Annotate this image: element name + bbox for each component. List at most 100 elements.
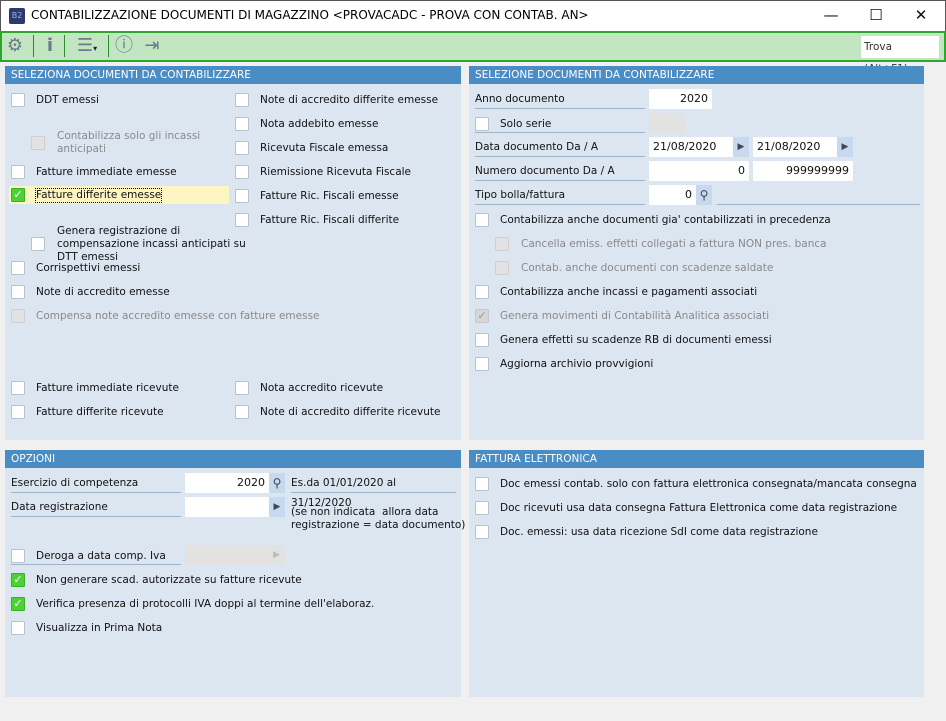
checkbox [31,135,45,150]
checkbox[interactable] [475,525,489,539]
app-logo-icon: B2 [9,8,25,24]
checkbox-label: Riemissione Ricevuta Fiscale [260,166,412,178]
menu-icon[interactable]: ☰▾ [70,35,104,57]
data-label: Data documento Da / A [475,137,645,157]
checkbox[interactable] [475,501,489,515]
tipo-description-line [717,204,920,205]
checkbox-label: Nota addebito emesse [260,118,379,130]
esercizio-input[interactable]: 2020 [185,473,269,493]
window-title: CONTABILIZZAZIONE DOCUMENTI DI MAGAZZINO… [31,8,589,22]
solo-serie-checkbox[interactable] [475,117,489,131]
checkbox[interactable] [11,93,25,107]
checkbox[interactable] [31,237,45,251]
checkbox-label: Note di accredito differite ricevute [260,406,441,418]
deroga-checkbox[interactable] [11,549,25,563]
checkbox-label: Visualizza in Prima Nota [36,622,163,634]
checkbox[interactable] [475,357,489,371]
help-icon[interactable]: ⓘ [113,35,135,57]
checkbox-label: Contabilizza anche incassi e pagamenti a… [500,286,758,298]
checkbox-label: Fatture immediate ricevute [36,382,179,394]
data-registrazione-note: (se non indicata allora data registrazio… [291,506,466,531]
checkbox[interactable] [475,285,489,299]
find-box[interactable]: Trova (Alt+F1) [861,36,939,75]
checkbox-label: Genera registrazione di compensazione in… [57,225,246,263]
esercizio-label: Esercizio di competenza [11,473,181,493]
checkbox-label: Fatture Ric. Fiscali emesse [260,190,399,202]
date-picker-arrow-icon[interactable]: ▶ [733,137,749,157]
minimize-button[interactable]: — [808,4,854,28]
search-icon[interactable]: ⚲ [696,185,712,205]
checkbox-label: Doc emessi contab. solo con fattura elet… [500,478,917,490]
maximize-button[interactable]: ☐ [853,4,899,28]
tipo-label: Tipo bolla/fattura [475,185,645,205]
date-picker-arrow-icon[interactable]: ▶ [837,137,853,157]
checkbox-label: Verifica presenza di protocolli IVA dopp… [36,598,375,610]
data-registrazione-label: Data registrazione [11,497,181,517]
checkbox-label: Fatture immediate emesse [36,166,177,178]
checkbox[interactable] [11,165,25,179]
close-button[interactable]: ✕ [898,4,944,28]
checkbox[interactable] [235,405,249,419]
data-da-input[interactable]: 21/08/2020 [649,137,733,157]
exit-icon[interactable]: ⇥ [141,35,163,57]
checkbox-label: Nota accredito ricevute [260,382,384,394]
gears-icon[interactable]: ⚙ [4,35,26,57]
checkbox-label: Contab. anche documenti con scadenze sal… [521,262,774,274]
checkbox-label: Compensa note accredito emesse con fattu… [36,310,320,322]
checkbox-label: Doc ricevuti usa data consegna Fattura E… [500,502,898,514]
checkbox-label: Aggiorna archivio provvigioni [500,358,654,370]
checkbox[interactable] [235,381,249,395]
numero-label: Numero documento Da / A [475,161,645,181]
checkbox[interactable] [475,333,489,347]
checkbox[interactable]: ✓ [11,573,25,587]
checkbox[interactable] [11,621,25,635]
checkbox-label: Ricevuta Fiscale emessa [260,142,389,154]
checkbox[interactable]: ✓ [11,597,25,611]
checkbox[interactable]: ✓ [11,188,25,202]
checkbox-label: Genera movimenti di Contabilità Analitic… [500,310,770,322]
checkbox: ✓ [475,309,489,323]
panel-header: OPZIONI [5,450,461,468]
data-registrazione-input[interactable] [185,497,269,517]
esercizio-range: Es.da 01/01/2020 al 31/12/2020 [291,473,456,509]
solo-serie-label: Solo serie [500,118,552,130]
panel-header: SELEZIONE DOCUMENTI DA CONTABILIZZARE [469,66,924,84]
info-icon[interactable]: i [39,35,61,57]
checkbox-label: Note di accredito differite emesse [260,94,439,106]
checkbox-label: Doc. emessi: usa data ricezione SdI come… [500,526,818,538]
numero-a-input[interactable]: 999999999 [753,161,853,181]
checkbox [495,261,509,275]
checkbox-label: Fatture differite ricevute [36,406,164,418]
checkbox-label: Cancella emiss. effetti collegati a fatt… [521,238,827,250]
date-picker-arrow-icon[interactable]: ▶ [269,497,285,517]
checkbox-label: Fatture differite emesse [34,188,163,203]
checkbox[interactable] [235,117,249,131]
checkbox[interactable] [11,381,25,395]
checkbox-label: Contabilizza solo gli incassi anticipati [57,130,201,155]
checkbox[interactable] [11,261,25,275]
serie-input [649,113,685,133]
anno-input[interactable]: 2020 [649,89,712,109]
checkbox[interactable] [11,405,25,419]
checkbox [11,309,25,323]
checkbox[interactable] [235,165,249,179]
checkbox [495,237,509,251]
checkbox-label: Genera effetti su scadenze RB di documen… [500,334,772,346]
toolbar-separator [33,35,34,57]
checkbox[interactable] [235,141,249,155]
panel-header: FATTURA ELETTRONICA [469,450,924,468]
checkbox[interactable] [475,213,489,227]
checkbox[interactable] [475,477,489,491]
checkbox-label: Non generare scad. autorizzate su fattur… [36,574,302,586]
search-icon[interactable]: ⚲ [269,473,285,493]
toolbar-separator [64,35,65,57]
checkbox[interactable] [235,189,249,203]
checkbox[interactable] [11,285,25,299]
data-a-input[interactable]: 21/08/2020 [753,137,837,157]
checkbox-label: Contabilizza anche documenti gia' contab… [500,214,831,226]
checkbox-label: Corrispettivi emessi [36,262,141,274]
checkbox[interactable] [235,213,249,227]
tipo-input[interactable]: 0 [649,185,696,205]
checkbox[interactable] [235,93,249,107]
numero-da-input[interactable]: 0 [649,161,749,181]
